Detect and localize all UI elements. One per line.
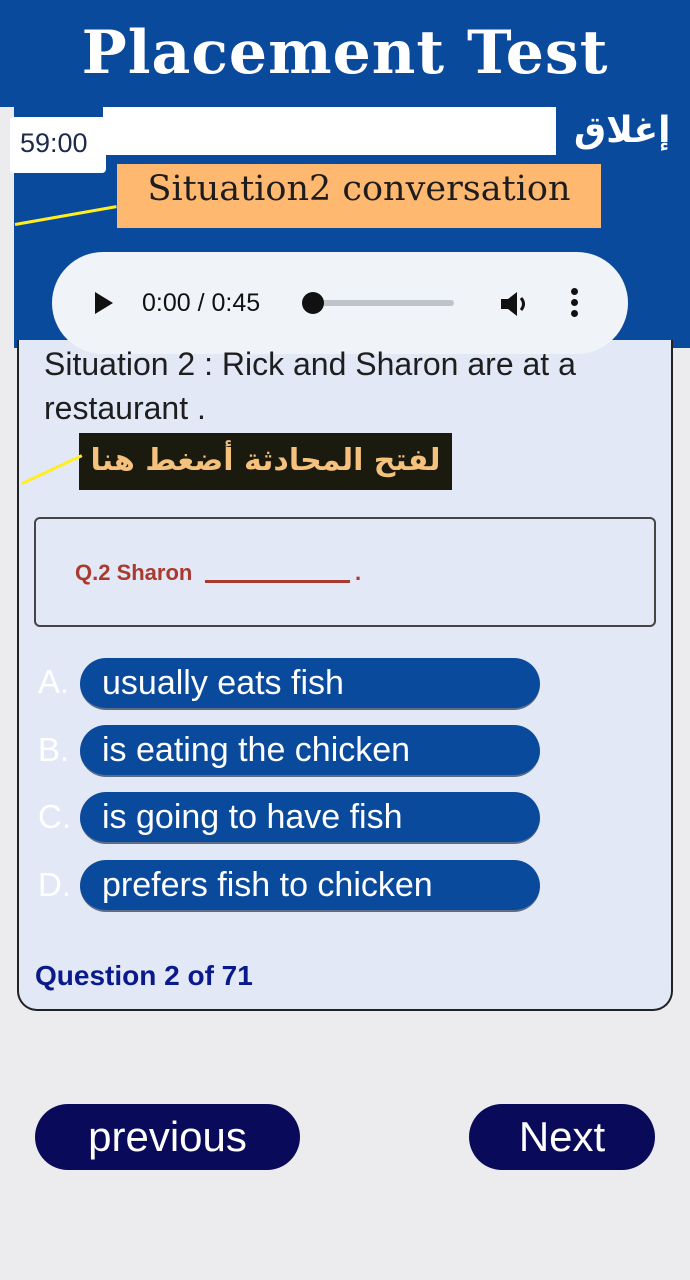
page-title: Placement Test <box>81 18 609 88</box>
more-options-icon[interactable] <box>571 288 579 320</box>
option-a-button[interactable]: usually eats fish <box>80 658 540 710</box>
next-button[interactable]: Next <box>469 1104 655 1170</box>
situation-label: Situation2 conversation <box>117 164 601 228</box>
option-d-letter: D. <box>38 866 71 903</box>
audio-seek-bar[interactable] <box>312 300 454 306</box>
timer: 59:00 <box>20 128 88 158</box>
play-icon[interactable] <box>95 292 113 314</box>
top-strip <box>103 107 556 155</box>
option-c-button[interactable]: is going to have fish <box>80 792 540 844</box>
close-button[interactable]: إغلاق <box>574 110 670 151</box>
audio-seek-thumb[interactable] <box>302 292 324 314</box>
option-a-letter: A. <box>38 663 70 700</box>
option-c-letter: C. <box>38 798 71 835</box>
question-end: . <box>355 560 362 585</box>
previous-button[interactable]: previous <box>35 1104 300 1170</box>
question-text: Situation 2 : Rick and Sharon are at a r… <box>44 346 576 426</box>
question-progress: Question 2 of 71 <box>35 960 253 991</box>
volume-icon[interactable] <box>499 290 535 318</box>
audio-time: 0:00 / 0:45 <box>142 289 261 317</box>
option-d-button[interactable]: prefers fish to chicken <box>80 860 540 912</box>
answer-blank <box>205 580 350 583</box>
option-b-letter: B. <box>38 731 70 768</box>
question-prompt: Q.2 Sharon <box>75 560 193 585</box>
open-conversation-hint[interactable]: لفتح المحادثة أضغط هنا <box>79 433 452 490</box>
option-b-button[interactable]: is eating the chicken <box>80 725 540 777</box>
